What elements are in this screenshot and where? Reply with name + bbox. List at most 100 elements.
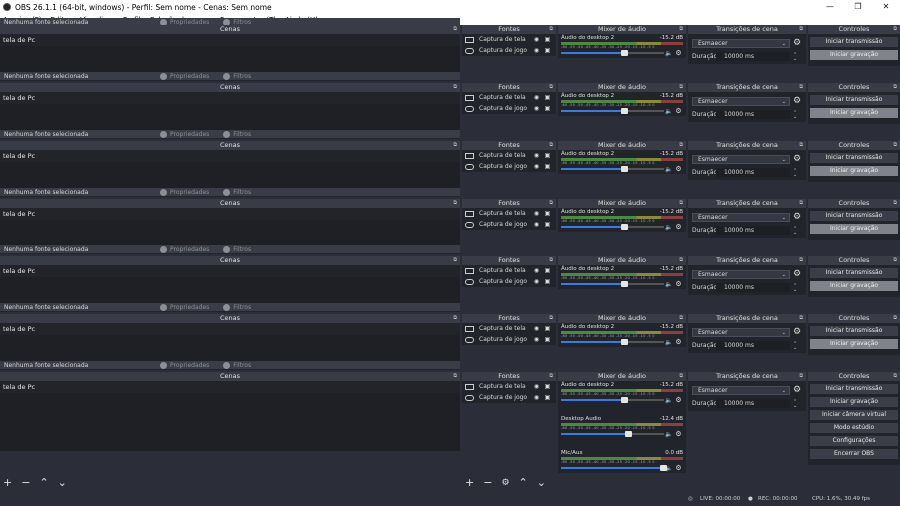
chevron-up-icon[interactable]: ⌃	[39, 476, 48, 489]
filters-button[interactable]: Filtros	[223, 130, 251, 138]
properties-button[interactable]: Propriedades	[160, 361, 209, 369]
volume-icon[interactable]: 🔈	[664, 224, 674, 231]
source-item[interactable]: Captura de tela ◉ ▣	[462, 265, 556, 276]
start-stream-button[interactable]: Iniciar transmissão	[810, 384, 898, 394]
volume-slider[interactable]	[561, 397, 664, 403]
gear-icon[interactable]: ⚙	[793, 269, 801, 279]
popout-icon[interactable]: ⧉	[679, 256, 683, 265]
duration-input[interactable]: 10000 ms	[716, 341, 790, 350]
properties-button[interactable]: Propriedades	[160, 303, 209, 311]
scene-item[interactable]: tela de Pc	[0, 150, 460, 162]
slider-knob[interactable]	[620, 339, 628, 345]
start-stream-button[interactable]: Iniciar transmissão	[810, 326, 898, 336]
filters-button[interactable]: Filtros	[223, 188, 251, 196]
slider-knob[interactable]	[620, 224, 628, 230]
transition-select[interactable]: Esmaecer ⌄	[692, 269, 790, 279]
eye-icon[interactable]: ◉	[531, 325, 542, 332]
start-recording-button[interactable]: Iniciar gravação	[810, 108, 898, 118]
source-item[interactable]: Captura de jogo ◉ ▣	[462, 45, 556, 56]
start-stream-button[interactable]: Iniciar transmissão	[810, 211, 898, 221]
gear-icon[interactable]: ⚙	[793, 212, 801, 222]
source-item[interactable]: Captura de tela ◉ ▣	[462, 34, 556, 45]
remove-icon[interactable]: −	[21, 476, 30, 489]
start-recording-button[interactable]: Iniciar gravação	[810, 281, 898, 291]
add-icon[interactable]: +	[465, 476, 474, 489]
popout-icon[interactable]: ⧉	[453, 83, 457, 92]
chevron-up-icon[interactable]: ⌃	[519, 476, 528, 489]
popout-icon[interactable]: ⧉	[453, 25, 457, 34]
gear-icon[interactable]: ⚙	[674, 464, 683, 472]
lock-icon[interactable]: ▣	[542, 36, 553, 43]
source-item[interactable]: Captura de jogo ◉ ▣	[462, 103, 556, 114]
start-recording-button[interactable]: Iniciar gravação	[810, 224, 898, 234]
volume-slider[interactable]	[561, 281, 664, 287]
filters-button[interactable]: Filtros	[223, 245, 251, 253]
duration-input[interactable]: 10000 ms	[716, 399, 790, 408]
popout-icon[interactable]: ⧉	[679, 199, 683, 208]
start-recording-button[interactable]: Iniciar gravação	[810, 339, 898, 349]
volume-slider[interactable]	[561, 431, 664, 437]
maximize-button[interactable]: ❐	[844, 0, 872, 14]
gear-icon[interactable]: ⚙	[674, 223, 683, 231]
popout-icon[interactable]: ⧉	[799, 372, 803, 381]
eye-icon[interactable]: ◉	[531, 221, 542, 228]
eye-icon[interactable]: ◉	[531, 94, 542, 101]
lock-icon[interactable]: ▣	[542, 383, 553, 390]
start-recording-button[interactable]: Iniciar gravação	[810, 166, 898, 176]
volume-icon[interactable]: 🔈	[664, 281, 674, 288]
properties-button[interactable]: Propriedades	[160, 245, 209, 253]
eye-icon[interactable]: ◉	[531, 267, 542, 274]
gear-icon[interactable]: ⚙	[674, 107, 683, 115]
chevron-down-icon[interactable]: ⌄	[537, 476, 546, 489]
popout-icon[interactable]: ⧉	[549, 256, 553, 265]
lock-icon[interactable]: ▣	[542, 267, 553, 274]
volume-slider[interactable]	[561, 108, 664, 114]
gear-icon[interactable]: ⚙	[793, 327, 801, 337]
transition-select[interactable]: Esmaecer ⌄	[692, 385, 790, 395]
popout-icon[interactable]: ⧉	[799, 83, 803, 92]
lock-icon[interactable]: ▣	[542, 210, 553, 217]
slider-knob[interactable]	[620, 50, 628, 56]
lock-icon[interactable]: ▣	[542, 105, 553, 112]
gear-icon[interactable]: ⚙	[793, 96, 801, 106]
popout-icon[interactable]: ⧉	[799, 25, 803, 34]
popout-icon[interactable]: ⧉	[799, 256, 803, 265]
spinner-icon[interactable]: ⌃ ⌄	[793, 52, 797, 61]
eye-icon[interactable]: ◉	[531, 36, 542, 43]
exit-button[interactable]: Encerrar OBS	[810, 449, 898, 459]
spinner-icon[interactable]: ⌃ ⌄	[793, 110, 797, 119]
eye-icon[interactable]: ◉	[531, 47, 542, 54]
source-item[interactable]: Captura de tela ◉ ▣	[462, 323, 556, 334]
slider-knob[interactable]	[660, 465, 667, 471]
properties-button[interactable]: Propriedades	[160, 188, 209, 196]
slider-knob[interactable]	[620, 397, 628, 403]
gear-icon[interactable]: ⚙	[674, 338, 683, 346]
eye-icon[interactable]: ◉	[531, 278, 542, 285]
gear-icon[interactable]: ⚙	[674, 165, 683, 173]
scene-item[interactable]: tela de Pc	[0, 34, 460, 46]
source-item[interactable]: Captura de tela ◉ ▣	[462, 92, 556, 103]
remove-icon[interactable]: −	[483, 476, 492, 489]
close-button[interactable]: ✕	[872, 0, 900, 14]
volume-icon[interactable]: 🔈	[664, 397, 674, 404]
gear-icon[interactable]: ⚙	[674, 49, 683, 57]
gear-icon[interactable]: ⚙	[501, 478, 509, 488]
filters-button[interactable]: Filtros	[223, 72, 251, 80]
source-item[interactable]: Captura de jogo ◉ ▣	[462, 392, 556, 403]
start-virtual-camera-button[interactable]: Iniciar câmera virtual	[810, 410, 898, 420]
gear-icon[interactable]: ⚙	[674, 280, 683, 288]
lock-icon[interactable]: ▣	[542, 163, 553, 170]
popout-icon[interactable]: ⧉	[893, 314, 897, 323]
lock-icon[interactable]: ▣	[542, 325, 553, 332]
start-stream-button[interactable]: Iniciar transmissão	[810, 95, 898, 105]
popout-icon[interactable]: ⧉	[679, 372, 683, 381]
popout-icon[interactable]: ⧉	[679, 25, 683, 34]
popout-icon[interactable]: ⧉	[549, 83, 553, 92]
source-item[interactable]: Captura de jogo ◉ ▣	[462, 276, 556, 287]
popout-icon[interactable]: ⧉	[549, 314, 553, 323]
scene-item[interactable]: tela de Pc	[0, 208, 460, 220]
popout-icon[interactable]: ⧉	[799, 199, 803, 208]
lock-icon[interactable]: ▣	[542, 152, 553, 159]
volume-slider[interactable]	[561, 339, 664, 345]
popout-icon[interactable]: ⧉	[893, 372, 897, 381]
